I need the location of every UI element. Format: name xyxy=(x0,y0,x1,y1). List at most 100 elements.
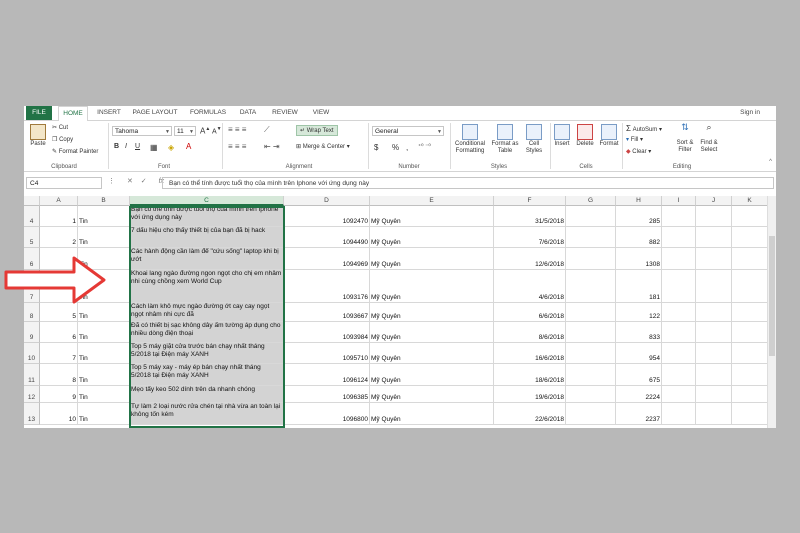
cell-e[interactable]: Mỹ Quyên xyxy=(370,322,494,343)
cell-e[interactable]: Mỹ Quyên xyxy=(370,303,494,322)
row-header[interactable]: 8 xyxy=(24,303,40,322)
format-button[interactable]: Format xyxy=(598,124,620,148)
cell-i[interactable] xyxy=(662,403,696,425)
cell-f[interactable]: 8/6/2018 xyxy=(494,322,566,343)
tab-home[interactable]: HOME xyxy=(58,106,88,122)
cell-g[interactable] xyxy=(566,227,616,248)
column-header-i[interactable]: I xyxy=(662,196,696,206)
cell-d[interactable]: 1094490 xyxy=(284,227,370,248)
vertical-scrollbar[interactable] xyxy=(767,196,776,428)
cell-h[interactable]: 675 xyxy=(616,364,662,386)
cell-g[interactable] xyxy=(566,386,616,403)
cell-j[interactable] xyxy=(696,248,732,270)
cell-h[interactable]: 954 xyxy=(616,343,662,364)
cell-f[interactable]: 16/6/2018 xyxy=(494,343,566,364)
cell-a[interactable]: 1 xyxy=(40,206,78,227)
tab-data[interactable]: DATA xyxy=(236,106,260,120)
cell-c[interactable]: Top 5 máy xay - máy ép bán chạy nhất thá… xyxy=(130,364,284,386)
tab-page-layout[interactable]: PAGE LAYOUT xyxy=(130,106,180,120)
orientation-icon[interactable]: ⟋ xyxy=(264,125,270,135)
cell-k[interactable] xyxy=(732,322,768,343)
cell-i[interactable] xyxy=(662,248,696,270)
cell-k[interactable] xyxy=(732,403,768,425)
cell-d[interactable]: 1093667 xyxy=(284,303,370,322)
cell-h[interactable]: 1308 xyxy=(616,248,662,270)
cell-g[interactable] xyxy=(566,403,616,425)
cell-j[interactable] xyxy=(696,403,732,425)
cell-i[interactable] xyxy=(662,270,696,303)
cell-i[interactable] xyxy=(662,303,696,322)
cell-a[interactable]: 2 xyxy=(40,227,78,248)
cell-h[interactable]: 2237 xyxy=(616,403,662,425)
cell-b[interactable]: Tin xyxy=(78,403,130,425)
format-painter-button[interactable]: ✎ Format Painter xyxy=(52,148,98,155)
row-header[interactable]: 13 xyxy=(24,403,40,425)
cell-h[interactable]: 285 xyxy=(616,206,662,227)
cell-g[interactable] xyxy=(566,270,616,303)
cell-b[interactable]: Tin xyxy=(78,343,130,364)
column-header-e[interactable]: E xyxy=(370,196,494,206)
cell-e[interactable]: Mỹ Quyên xyxy=(370,343,494,364)
fill-color-icon[interactable]: ◈ xyxy=(168,143,174,152)
column-header-h[interactable]: H xyxy=(616,196,662,206)
cell-f[interactable]: 31/5/2018 xyxy=(494,206,566,227)
cell-d[interactable]: 1096800 xyxy=(284,403,370,425)
confirm-icon[interactable]: ✓ xyxy=(141,178,147,185)
cell-k[interactable] xyxy=(732,364,768,386)
row-header[interactable]: 12 xyxy=(24,386,40,403)
cell-b[interactable]: Tin xyxy=(78,206,130,227)
cell-a[interactable]: 8 xyxy=(40,364,78,386)
cell-d[interactable]: 1096124 xyxy=(284,364,370,386)
cell-f[interactable]: 19/6/2018 xyxy=(494,386,566,403)
cell-k[interactable] xyxy=(732,248,768,270)
cell-e[interactable]: Mỹ Quyên xyxy=(370,270,494,303)
grow-font-button[interactable]: A▲ xyxy=(200,126,210,136)
cell-k[interactable] xyxy=(732,303,768,322)
cell-b[interactable]: Tin xyxy=(78,364,130,386)
column-header-c[interactable]: C xyxy=(130,196,284,206)
cell-c[interactable]: Bạn có thể tính được tuổi thọ của mình t… xyxy=(130,206,284,227)
column-header-d[interactable]: D xyxy=(284,196,370,206)
cell-j[interactable] xyxy=(696,303,732,322)
cell-j[interactable] xyxy=(696,206,732,227)
select-all-corner[interactable] xyxy=(24,196,40,206)
font-color-icon[interactable]: A xyxy=(186,142,191,151)
cell-c[interactable]: Tự làm 2 loại nước rửa chén tại nhà vừa … xyxy=(130,403,284,425)
indent-icon[interactable]: ⇤ ⇥ xyxy=(264,142,280,151)
cell-i[interactable] xyxy=(662,343,696,364)
cell-e[interactable]: Mỹ Quyên xyxy=(370,248,494,270)
row-header[interactable]: 11 xyxy=(24,364,40,386)
cell-a[interactable]: 7 xyxy=(40,343,78,364)
cell-d[interactable]: 1095710 xyxy=(284,343,370,364)
cell-f[interactable]: 18/6/2018 xyxy=(494,364,566,386)
cell-f[interactable]: 12/6/2018 xyxy=(494,248,566,270)
cell-k[interactable] xyxy=(732,386,768,403)
cell-e[interactable]: Mỹ Quyên xyxy=(370,227,494,248)
align-top-icon[interactable]: ≡ ≡ ≡ xyxy=(228,125,246,134)
sort-filter-button[interactable]: ⇅ Sort & Filter xyxy=(674,123,696,154)
column-header-b[interactable]: B xyxy=(78,196,130,206)
row-header[interactable]: 5 xyxy=(24,227,40,248)
tab-formulas[interactable]: FORMULAS xyxy=(188,106,228,120)
cell-f[interactable]: 22/6/2018 xyxy=(494,403,566,425)
tab-review[interactable]: REVIEW xyxy=(268,106,302,120)
cell-k[interactable] xyxy=(732,270,768,303)
paste-button[interactable]: Paste xyxy=(27,124,49,148)
column-header-a[interactable]: A xyxy=(40,196,78,206)
find-select-button[interactable]: ⌕ Find & Select xyxy=(698,123,720,154)
cell-g[interactable] xyxy=(566,248,616,270)
cell-i[interactable] xyxy=(662,206,696,227)
cell-e[interactable]: Mỹ Quyên xyxy=(370,206,494,227)
decimal-icons[interactable]: ⁺⁰ ⁻⁰ xyxy=(418,143,431,150)
collapse-ribbon-icon[interactable]: ^ xyxy=(769,159,772,165)
shrink-font-button[interactable]: A▼ xyxy=(212,126,222,135)
worksheet-grid[interactable]: A B C D E F G H I J K 4 1 Tin Bạn có thể tí… xyxy=(24,196,776,428)
cell-h[interactable]: 2224 xyxy=(616,386,662,403)
tab-view[interactable]: VIEW xyxy=(308,106,334,120)
cut-button[interactable]: ✂ Cut xyxy=(52,124,68,131)
bold-button[interactable]: B xyxy=(114,143,119,150)
cell-c[interactable]: 7 dấu hiệu cho thấy thiết bị của bạn đã … xyxy=(130,227,284,248)
cancel-icon[interactable]: ✕ xyxy=(127,178,133,185)
cell-i[interactable] xyxy=(662,227,696,248)
cell-d[interactable]: 1092470 xyxy=(284,206,370,227)
